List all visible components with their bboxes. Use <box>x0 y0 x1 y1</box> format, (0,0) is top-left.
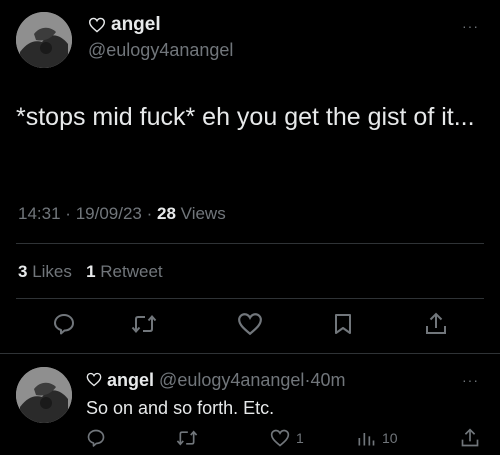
share-icon <box>426 312 446 334</box>
reply-button[interactable] <box>52 312 76 336</box>
heart-icon <box>270 429 290 447</box>
section-divider <box>0 353 500 354</box>
like-button[interactable] <box>237 312 263 336</box>
reply-bubble-icon <box>87 429 105 447</box>
retweets-count: 1 <box>86 262 96 281</box>
reply-bubble-icon <box>54 314 74 335</box>
retweet-button[interactable] <box>176 428 198 448</box>
avatar[interactable] <box>16 367 72 423</box>
tweet-date[interactable]: 19/09/23 <box>76 204 142 223</box>
tweet-meta: 14:31 · 19/09/23 · 28 Views <box>18 204 226 224</box>
views-label: Views <box>180 204 226 223</box>
retweet-icon <box>176 430 198 446</box>
reply-age[interactable]: 40m <box>310 370 345 390</box>
reply-author-handle[interactable]: @eulogy4anangel <box>159 370 304 390</box>
likes-stat[interactable]: 3 Likes <box>18 262 77 281</box>
heart-outline-icon <box>86 372 102 387</box>
retweet-button[interactable] <box>131 312 157 336</box>
retweet-icon <box>131 314 157 334</box>
divider <box>16 298 484 299</box>
share-button[interactable] <box>424 311 448 337</box>
more-options-icon[interactable]: ··· <box>462 18 479 34</box>
views-count: 10 <box>382 430 398 446</box>
like-count: 1 <box>296 430 304 446</box>
author-handle[interactable]: @eulogy4anangel <box>88 40 233 61</box>
tweet-text: *stops mid fuck* eh you get the gist of … <box>16 103 475 131</box>
meta-separator: · <box>65 204 71 223</box>
views-bar-icon <box>358 433 375 446</box>
likes-count: 3 <box>18 262 28 281</box>
retweets-label: Retweet <box>100 262 163 281</box>
heart-outline-icon <box>88 17 106 33</box>
reply-author-name[interactable]: angel <box>107 370 154 390</box>
likes-label: Likes <box>32 262 72 281</box>
meta-separator: · <box>146 204 153 223</box>
retweets-stat[interactable]: 1 Retweet <box>86 262 163 281</box>
divider <box>16 243 484 244</box>
author-name[interactable]: angel <box>88 14 161 36</box>
engagement-stats: 3 Likes 1 Retweet <box>18 262 163 282</box>
reply-header: angel @eulogy4anangel·40m <box>86 370 345 391</box>
bookmark-button[interactable] <box>332 312 354 336</box>
reply-button[interactable] <box>86 428 106 448</box>
more-options-icon[interactable]: ··· <box>462 372 479 388</box>
share-button[interactable] <box>460 427 480 449</box>
reply-text: So on and so forth. Etc. <box>86 398 275 418</box>
author-name-label: angel <box>111 14 161 35</box>
share-icon <box>461 428 479 447</box>
avatar[interactable] <box>16 12 72 68</box>
views-count: 28 <box>157 204 176 223</box>
bookmark-icon <box>335 314 351 334</box>
heart-icon <box>238 313 262 336</box>
views-button[interactable]: 10 <box>356 428 398 448</box>
tweet-time[interactable]: 14:31 <box>18 204 61 223</box>
like-button[interactable]: 1 <box>270 428 304 448</box>
